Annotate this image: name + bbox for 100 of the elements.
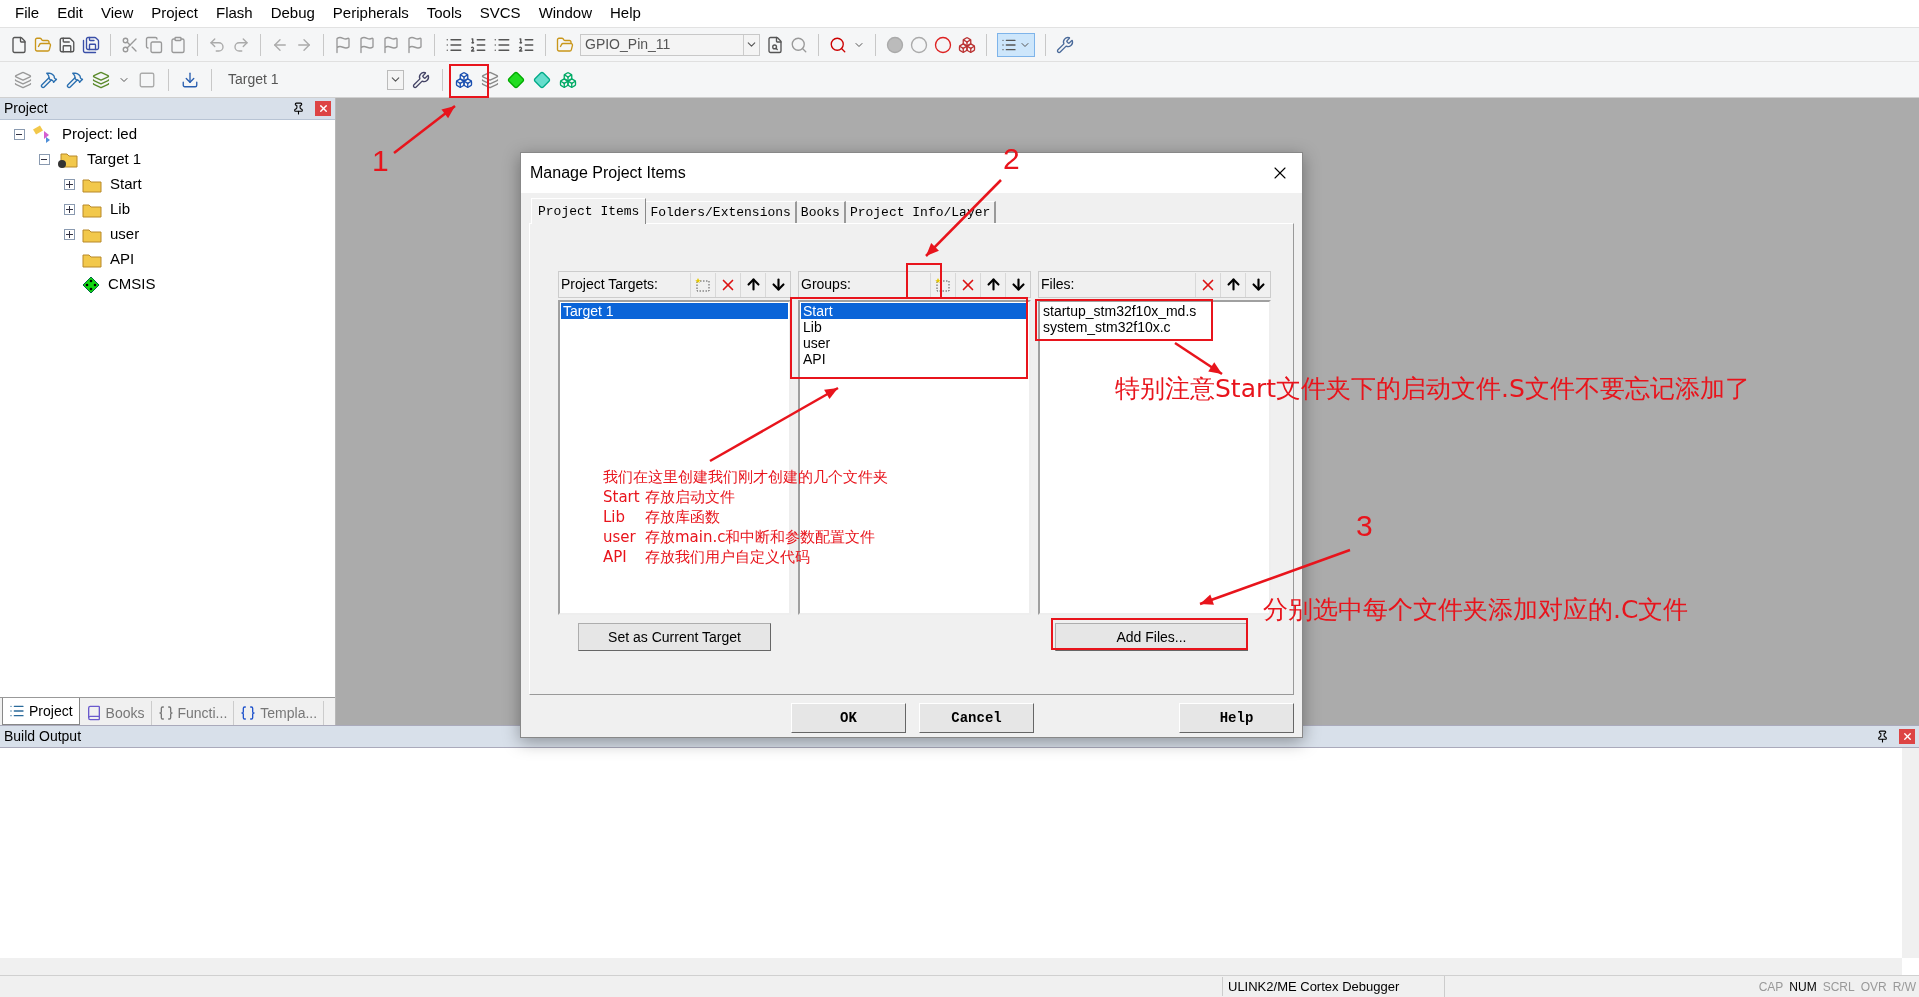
pin-icon[interactable] <box>1876 730 1889 743</box>
tree-item[interactable]: Start <box>110 173 142 196</box>
bookmark-icon[interactable] <box>406 35 424 54</box>
pane-title: Groups: <box>801 275 852 294</box>
annotation-arrow <box>1174 341 1223 376</box>
expand-toggle[interactable] <box>63 204 75 215</box>
annotation-note: 我们在这里创建我们刚才创建的几个文件夹 <box>603 467 888 487</box>
books-icon <box>85 705 102 721</box>
annotation-folder: user <box>603 527 637 547</box>
list-item[interactable]: Start <box>801 303 1028 319</box>
debug-icon[interactable] <box>829 35 847 54</box>
panel-tab[interactable]: Project <box>2 698 80 725</box>
pane-button[interactable]: Set as Current Target <box>578 623 771 651</box>
list-item[interactable]: Lib <box>801 319 1028 335</box>
status-indicator: OVR <box>1859 978 1888 996</box>
download-icon[interactable] <box>181 70 199 89</box>
menu-item[interactable]: Window <box>529 2 601 25</box>
dialog-tab[interactable]: Project Items <box>531 198 647 224</box>
pack-installer-icon[interactable] <box>507 70 525 89</box>
open-folder-icon[interactable] <box>34 35 52 54</box>
horizontal-scrollbar[interactable] <box>0 958 1902 975</box>
pane-title: Files: <box>1041 275 1076 294</box>
find-combo[interactable]: GPIO_Pin_11 <box>580 33 760 56</box>
list-item[interactable]: Target 1 <box>561 303 788 319</box>
status-indicator: NUM <box>1788 978 1818 996</box>
dialog-tab[interactable]: Folders/Extensions <box>646 201 797 223</box>
new-item-icon <box>935 276 951 293</box>
dialog-button[interactable]: OK <box>791 703 906 733</box>
braces-icon <box>157 705 174 721</box>
bookmark-icon[interactable] <box>358 35 376 54</box>
pane-button[interactable]: Add Files... <box>1055 623 1248 651</box>
build-icon[interactable] <box>40 70 58 89</box>
close-button[interactable] <box>315 101 331 116</box>
vertical-scrollbar[interactable] <box>1902 748 1919 958</box>
menu-item[interactable]: Edit <box>48 2 93 25</box>
dialog-button[interactable]: Cancel <box>919 703 1034 733</box>
new-file-icon[interactable] <box>10 35 28 54</box>
tree-item[interactable]: API <box>110 248 135 271</box>
menu-item[interactable]: Tools <box>417 2 471 25</box>
list-item[interactable]: startup_stm32f10x_md.s <box>1041 303 1268 319</box>
annotation-folder: API <box>603 547 628 567</box>
wrench-icon[interactable] <box>1056 35 1074 54</box>
tree-item[interactable]: Lib <box>110 198 131 221</box>
highlight-box <box>449 64 489 98</box>
menu-item[interactable]: SVCS <box>470 2 530 25</box>
copy-icon[interactable] <box>145 35 163 54</box>
pane-title: Project Targets: <box>561 275 659 294</box>
dialog-button[interactable]: Help <box>1179 703 1294 733</box>
collapse-toggle[interactable] <box>13 129 25 140</box>
menu-item[interactable]: File <box>6 2 49 25</box>
status-indicator: SCRL <box>1821 978 1856 996</box>
target-folder-icon <box>57 150 79 169</box>
cut-icon[interactable] <box>121 35 139 54</box>
tree-item[interactable]: CMSIS <box>108 273 156 296</box>
target-combo[interactable]: Target 1 <box>224 68 404 91</box>
tree-item[interactable]: user <box>110 223 140 246</box>
window-button[interactable] <box>997 32 1035 57</box>
close-button[interactable] <box>1899 729 1915 744</box>
status-indicator: R/W <box>1891 978 1917 996</box>
dialog-title: Manage Project Items <box>530 163 687 183</box>
menu-item[interactable]: Debug <box>261 2 324 25</box>
menu-item[interactable]: Peripherals <box>323 2 418 25</box>
list-item[interactable]: system_stm32f10x.c <box>1041 319 1268 335</box>
expand-toggle[interactable] <box>63 179 75 190</box>
menu-item[interactable]: Flash <box>206 2 262 25</box>
batch-build-icon[interactable] <box>92 70 110 89</box>
collapse-toggle[interactable] <box>38 154 50 165</box>
list-item[interactable]: user <box>801 335 1028 351</box>
find-in-files-icon[interactable] <box>556 35 574 54</box>
rebuild-icon[interactable] <box>66 70 84 89</box>
debugger-status: ULINK2/ME Cortex Debugger <box>1222 976 1444 997</box>
annotation-number: 2 <box>1003 144 1020 174</box>
tree-item[interactable]: Target 1 <box>87 148 142 171</box>
save-all-icon[interactable] <box>82 35 100 54</box>
panel-title: Project <box>4 99 49 118</box>
menu-item[interactable]: Project <box>142 2 207 25</box>
options-icon[interactable] <box>412 70 430 89</box>
find-icon[interactable] <box>766 35 784 54</box>
run-time-env-icon[interactable] <box>533 70 551 89</box>
folder-icon <box>82 201 102 218</box>
list-item[interactable]: API <box>801 351 1028 367</box>
menu-item[interactable]: View <box>92 2 143 25</box>
annotation-folder: Start <box>603 487 641 507</box>
paste-icon[interactable] <box>169 35 187 54</box>
bookmark-icon[interactable] <box>334 35 352 54</box>
annotation-note: 特别注意Start文件夹下的启动文件.S文件不要忘记添加了 <box>1115 376 1750 401</box>
folder-icon <box>82 251 102 268</box>
kill-breakpoints-icon[interactable] <box>934 35 952 54</box>
annotation-folder: Lib <box>603 507 627 527</box>
tree-item[interactable]: Project: led <box>62 123 138 146</box>
bookmark-icon[interactable] <box>382 35 400 54</box>
incremental-find-icon[interactable] <box>790 35 808 54</box>
pin-icon[interactable] <box>292 102 305 115</box>
dialog-tab[interactable]: Books <box>796 201 846 223</box>
save-icon[interactable] <box>58 35 76 54</box>
menu-item[interactable]: Help <box>601 2 650 25</box>
expand-toggle[interactable] <box>63 229 75 240</box>
annotation-note: 存放我们用户自定义代码 <box>645 547 810 567</box>
status-indicator: CAP <box>1757 978 1785 996</box>
new-item-icon <box>695 276 711 293</box>
